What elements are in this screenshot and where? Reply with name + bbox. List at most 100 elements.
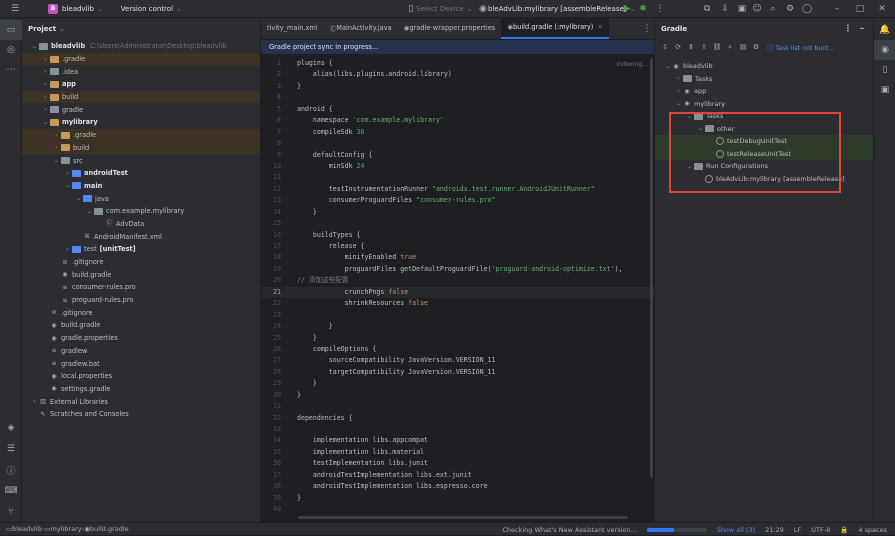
sdk-manager-icon[interactable]: ⇩ xyxy=(718,2,732,16)
tree-item[interactable]: ≡gradlew.bat xyxy=(22,357,260,370)
tree-item[interactable]: ›build xyxy=(22,91,260,104)
chevron-down-icon[interactable]: ⌄ xyxy=(63,182,72,189)
breadcrumb-item[interactable]: mylibrary xyxy=(51,525,82,533)
editor-vertical-scrollbar[interactable] xyxy=(650,58,653,478)
tree-item[interactable]: ›build xyxy=(22,142,260,155)
chevron-right-icon[interactable]: › xyxy=(674,88,683,95)
tree-item[interactable]: ⌄src xyxy=(22,154,260,167)
tabs-more-icon[interactable]: ⋮ xyxy=(640,22,654,36)
chevron-down-icon[interactable]: ⌄ xyxy=(685,113,694,120)
chevron-right-icon[interactable]: › xyxy=(30,398,39,405)
settings-icon[interactable]: ⚙ xyxy=(783,2,797,16)
debug-icon[interactable]: ✱ xyxy=(636,2,650,16)
run-icon[interactable]: ▶ xyxy=(620,2,634,16)
problems-tool-icon[interactable]: ⓘ xyxy=(0,460,22,480)
project-panel-header[interactable]: Project ⌄ xyxy=(22,18,260,40)
tree-item[interactable]: ≡consumer-rules.pro xyxy=(22,281,260,294)
run-config-selector[interactable]: ◉ bleAdvLib:mylibrary [assembleRelease] … xyxy=(474,0,639,18)
chevron-right-icon[interactable]: › xyxy=(63,246,72,253)
running-devices-icon[interactable]: ▣ xyxy=(735,2,749,16)
notifications-icon[interactable]: 🔔 xyxy=(874,20,895,40)
git-tool-icon[interactable]: ⑂ xyxy=(0,502,22,522)
close-icon[interactable]: ✕ xyxy=(875,2,889,16)
tree-item[interactable]: ✎Scratches and Consoles xyxy=(22,408,260,421)
chevron-right-icon[interactable]: › xyxy=(52,132,61,139)
chevron-down-icon[interactable]: ⌄ xyxy=(663,63,672,70)
gradle-tree-item[interactable]: testReleaseUnitTest xyxy=(655,148,874,161)
profile-icon[interactable]: ☺ xyxy=(750,2,764,16)
editor-tab[interactable]: tivity_main.xml xyxy=(261,17,324,39)
hide-icon[interactable]: – xyxy=(855,22,869,36)
editor-tab[interactable]: ◉ build.gradle (:mylibrary) ✕ xyxy=(501,17,609,39)
analyze-icon[interactable]: ⌕ xyxy=(724,41,736,53)
link-icon[interactable]: ⛓ xyxy=(711,41,723,53)
chevron-down-icon[interactable]: ⌄ xyxy=(30,43,39,50)
tree-item[interactable]: ⌄mylibrary xyxy=(22,116,260,129)
gemini-tool-icon[interactable]: ◈ xyxy=(0,418,22,438)
chevron-right-icon[interactable]: › xyxy=(41,81,50,88)
task-list-status-link[interactable]: ⓘ Task list not built... xyxy=(767,43,834,52)
line-separator[interactable]: LF xyxy=(794,526,801,534)
gradle-tree-item[interactable]: ⌄◉bleadvlib xyxy=(655,60,874,73)
chevron-right-icon[interactable]: › xyxy=(41,68,50,75)
gradle-tool-icon[interactable]: ◉ xyxy=(874,40,895,60)
account-icon[interactable]: ◯ xyxy=(800,2,814,16)
device-manager-tool-icon[interactable]: ▯ xyxy=(874,60,895,80)
indent-setting[interactable]: 4 spaces xyxy=(858,526,887,534)
tree-item[interactable]: ◉build.gradle xyxy=(22,268,260,281)
tree-item[interactable]: ⊘.gitignore xyxy=(22,256,260,269)
tree-item[interactable]: ◉build.gradle xyxy=(22,319,260,332)
logcat-tool-icon[interactable]: ☰ xyxy=(0,439,22,459)
chevron-down-icon[interactable]: ⌄ xyxy=(41,119,50,126)
tree-item[interactable]: ›app xyxy=(22,78,260,91)
gradle-tree-item[interactable]: ›Tasks xyxy=(655,73,874,86)
gradle-tree-item[interactable]: ⌄Tasks xyxy=(655,110,874,123)
tree-item[interactable]: ⌄java xyxy=(22,192,260,205)
settings-icon[interactable]: ⚙ xyxy=(750,41,762,53)
code-lines[interactable]: plugins { alias(libs.plugins.android.lib… xyxy=(297,58,647,516)
device-selector[interactable]: ▯ Select Device ⌄ xyxy=(402,0,477,18)
tree-item[interactable]: ›▥External Libraries xyxy=(22,395,260,408)
more-icon[interactable]: ⋮ xyxy=(841,22,855,36)
minimize-icon[interactable]: – xyxy=(830,2,844,16)
gradle-tree-item[interactable]: ⌄other xyxy=(655,123,874,136)
tree-item[interactable]: ›.idea xyxy=(22,65,260,78)
expand-all-icon[interactable]: ⇕ xyxy=(685,41,697,53)
tree-item[interactable]: ⌄com.example.mylibrary xyxy=(22,205,260,218)
tree-item[interactable]: ›androidTest xyxy=(22,167,260,180)
chevron-down-icon[interactable]: ⌄ xyxy=(696,125,705,132)
editor-tab[interactable]: ◉ gradle-wrapper.properties xyxy=(398,17,502,39)
tree-item[interactable]: ◉local.properties xyxy=(22,370,260,383)
gradle-tree-item[interactable]: ⌄Run Configurations xyxy=(655,160,874,173)
project-switcher[interactable]: B bleadvlib ⌄ xyxy=(44,0,107,18)
editor-tab[interactable]: Ⓒ MainActivity.java xyxy=(324,17,398,39)
chevron-down-icon[interactable]: ⌄ xyxy=(74,195,83,202)
file-encoding[interactable]: UTF-8 xyxy=(811,526,830,534)
tree-item[interactable]: ⌄main xyxy=(22,180,260,193)
show-all-tasks-link[interactable]: Show all (3) xyxy=(717,526,755,534)
tree-item[interactable]: ›test[unitTest] xyxy=(22,243,260,256)
collapse-all-icon[interactable]: ⇳ xyxy=(698,41,710,53)
close-tab-icon[interactable]: ✕ xyxy=(597,23,603,31)
maximize-icon[interactable]: □ xyxy=(853,2,867,16)
breadcrumb-item[interactable]: build.gradle xyxy=(90,525,129,533)
commit-tool-icon[interactable]: ◎ xyxy=(0,40,22,60)
chevron-down-icon[interactable]: ⌄ xyxy=(52,157,61,164)
chevron-down-icon[interactable]: ⌄ xyxy=(685,163,694,170)
chevron-right-icon[interactable]: › xyxy=(41,56,50,63)
chevron-right-icon[interactable]: › xyxy=(41,106,50,113)
tree-item[interactable]: ›gradle xyxy=(22,103,260,116)
main-menu-icon[interactable]: ☰ xyxy=(8,2,22,16)
chevron-right-icon[interactable]: › xyxy=(41,94,50,101)
tree-item[interactable]: ⒸAdvData xyxy=(22,218,260,231)
caret-position[interactable]: 21:29 xyxy=(765,526,784,534)
search-icon[interactable]: ⌕ xyxy=(766,2,780,16)
code-editor[interactable]: 1234567891011121314151617181920212223242… xyxy=(261,58,654,522)
gradle-tree-item[interactable]: bleAdvLib:mylibrary [assembleRelease] xyxy=(655,173,874,186)
terminal-tool-icon[interactable]: ⌨ xyxy=(0,481,22,501)
chevron-down-icon[interactable]: ⌄ xyxy=(674,100,683,107)
lock-icon[interactable]: 🔒 xyxy=(840,526,848,534)
more-actions-icon[interactable]: ⋮ xyxy=(653,2,667,16)
tree-item[interactable]: ⌄bleadvlibC:\Users\Administrator\Desktop… xyxy=(22,40,260,53)
running-devices-tool-icon[interactable]: ▣ xyxy=(874,80,895,100)
